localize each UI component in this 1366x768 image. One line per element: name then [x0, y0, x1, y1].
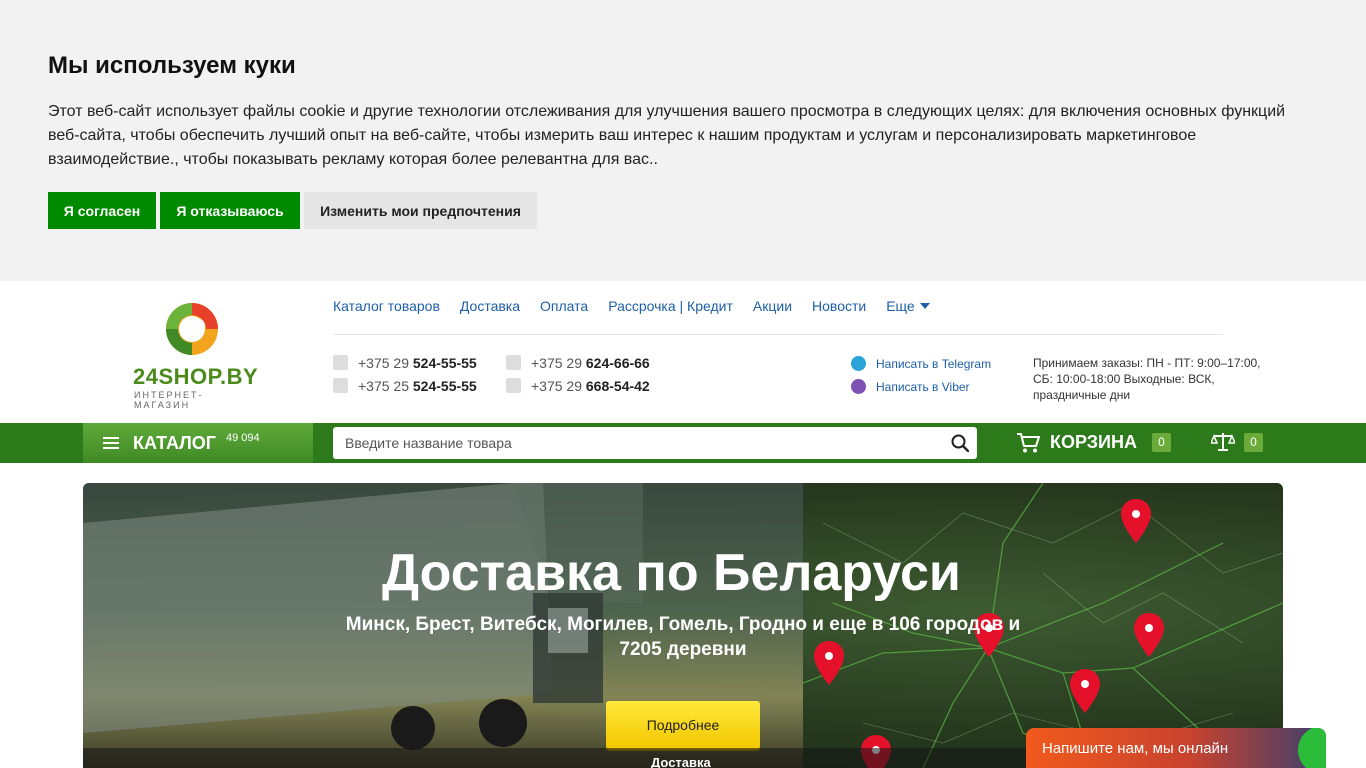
- nav-link-installment[interactable]: Рассрочка | Кредит: [608, 298, 733, 314]
- cart-count-badge: 0: [1152, 433, 1171, 452]
- telegram-label: Написать в Telegram: [876, 357, 992, 371]
- nav-link-delivery[interactable]: Доставка: [460, 298, 520, 314]
- logo-name: 24SHOP.BY: [133, 364, 259, 389]
- nav-link-catalog[interactable]: Каталог товаров: [333, 298, 440, 314]
- banner-tab-delivery[interactable]: Доставка: [651, 755, 711, 768]
- site-logo[interactable]: 24SHOP.BY ИНТЕРНЕТ-МАГАЗИН: [133, 296, 259, 410]
- mts-icon: [506, 378, 521, 393]
- phone-number: 524-55-55: [412, 355, 477, 371]
- search-input[interactable]: [333, 427, 933, 459]
- nav-more-dropdown[interactable]: Еще: [886, 298, 930, 314]
- menu-icon: [103, 437, 119, 449]
- telegram-link[interactable]: Написать в Telegram: [851, 356, 991, 371]
- mts-icon: [506, 355, 521, 370]
- logo-swirl-icon: [166, 303, 218, 355]
- promo-banner[interactable]: Доставка по Беларуси Минск, Брест, Витеб…: [83, 483, 1283, 768]
- compare-count-badge: 0: [1244, 433, 1263, 452]
- decline-cookies-button[interactable]: Я отказываюсь: [160, 192, 300, 229]
- chat-status-icon: [1298, 728, 1326, 768]
- phone-number: 524-55-55: [412, 378, 477, 394]
- chat-label: Напишите нам, мы онлайн: [1042, 740, 1229, 757]
- map-pin-icon: [1134, 613, 1164, 657]
- phone-mts-2[interactable]: +375 29 668-54-42: [506, 378, 650, 394]
- catalog-label: КАТАЛОГ: [133, 433, 217, 453]
- phone-prefix: +375 29: [531, 378, 582, 394]
- accept-cookies-button[interactable]: Я согласен: [48, 192, 156, 229]
- phone-number: 624-66-66: [585, 355, 650, 371]
- phone-number: 668-54-42: [585, 378, 650, 394]
- nav-link-news[interactable]: Новости: [812, 298, 866, 314]
- phone-prefix: +375 29: [358, 355, 409, 371]
- catalog-button[interactable]: КАТАЛОГ 49 094: [83, 423, 313, 463]
- banner-more-button[interactable]: Подробнее: [606, 701, 760, 749]
- chat-widget[interactable]: Напишите нам, мы онлайн: [1026, 728, 1326, 768]
- cart-label: КОРЗИНА: [1050, 432, 1137, 452]
- compare-scales-icon[interactable]: [1211, 432, 1235, 452]
- phone-life[interactable]: +375 25 524-55-55: [333, 378, 477, 394]
- banner-subtitle: Минск, Брест, Витебск, Могилев, Гомель, …: [345, 614, 1021, 660]
- nav-more-label: Еще: [886, 298, 915, 314]
- top-nav: Каталог товаров Доставка Оплата Рассрочк…: [333, 298, 930, 314]
- working-hours: Принимаем заказы: ПН - ПТ: 9:00–17:00, С…: [1033, 356, 1261, 402]
- a1-icon: [333, 355, 348, 370]
- viber-link[interactable]: Написать в Viber: [851, 379, 970, 394]
- cookie-text: Этот веб-сайт использует файлы cookie и …: [48, 103, 1286, 168]
- phone-prefix: +375 29: [531, 355, 582, 371]
- search-box: [333, 427, 977, 459]
- cookie-preferences-button[interactable]: Изменить мои предпочтения: [304, 192, 537, 229]
- phone-mts-1[interactable]: +375 29 624-66-66: [506, 355, 650, 371]
- viber-icon: [851, 379, 866, 394]
- life-icon: [333, 378, 348, 393]
- chevron-down-icon: [919, 303, 930, 309]
- nav-link-payment[interactable]: Оплата: [540, 298, 588, 314]
- nav-link-promotions[interactable]: Акции: [753, 298, 792, 314]
- phone-a1[interactable]: +375 29 524-55-55: [333, 355, 477, 371]
- catalog-count: 49 094: [226, 432, 260, 444]
- cart-icon: [1017, 433, 1040, 453]
- viber-label: Написать в Viber: [876, 380, 970, 394]
- cookie-banner: Мы используем куки Этот веб-сайт использ…: [0, 0, 1366, 281]
- banner-title: Доставка по Беларуси: [382, 544, 961, 602]
- search-icon[interactable]: [951, 434, 969, 452]
- cookie-title: Мы используем куки: [48, 52, 296, 79]
- logo-subtitle: ИНТЕРНЕТ-МАГАЗИН: [134, 390, 204, 410]
- phone-prefix: +375 25: [358, 378, 409, 394]
- map-pin-icon: [1070, 669, 1100, 713]
- telegram-icon: [851, 356, 866, 371]
- map-pin-icon: [1121, 499, 1151, 543]
- nav-divider: [333, 334, 1223, 335]
